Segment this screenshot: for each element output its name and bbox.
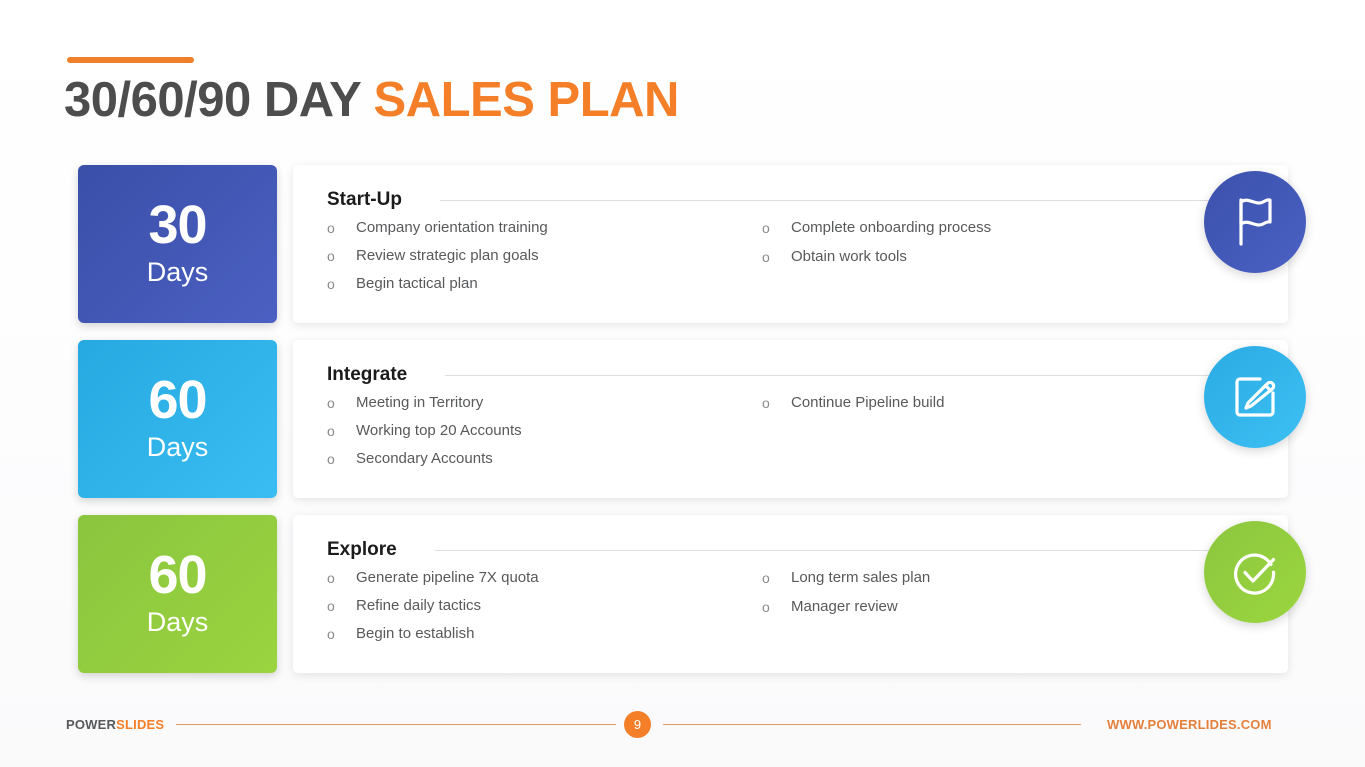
list-item-label: Refine daily tactics: [356, 597, 482, 614]
list-item-label: Meeting in Territory: [356, 394, 484, 411]
plan-card-1[interactable]: Start-Up o Company orientation training …: [293, 165, 1306, 323]
card-header-2: Integrate: [327, 362, 1262, 388]
list-item[interactable]: o Generate pipeline 7X quota: [327, 567, 727, 589]
bullet-icon: o: [327, 451, 335, 467]
flag-icon[interactable]: [1204, 171, 1306, 273]
card-title: Start-Up: [327, 189, 402, 210]
day-badge-number: 30: [148, 195, 207, 256]
list-item[interactable]: o Manager review: [762, 596, 1162, 618]
list-item[interactable]: o Company orientation training: [327, 217, 727, 239]
brand-logo-power: POWER: [66, 717, 117, 732]
list-item-label: Manager review: [791, 598, 898, 615]
brand-logo-slides: SLIDES: [116, 717, 165, 732]
list-item[interactable]: o Begin to establish: [327, 623, 727, 645]
list-item[interactable]: o Working top 20 Accounts: [327, 420, 727, 442]
list-item-label: Obtain work tools: [791, 248, 907, 265]
bullet-icon: o: [327, 248, 335, 264]
list-item[interactable]: o Continue Pipeline build: [762, 392, 1162, 414]
bullet-icon: o: [762, 220, 770, 236]
list-item-label: Complete onboarding process: [791, 219, 992, 236]
plan-row-1: 30 Days Start-Up o Company orientation t…: [0, 165, 1365, 323]
page-number-badge: 9: [624, 711, 651, 738]
bullet-icon: o: [327, 598, 335, 614]
plan-card-3[interactable]: Explore o Generate pipeline 7X quota o R…: [293, 515, 1306, 673]
list-item[interactable]: o Review strategic plan goals: [327, 245, 727, 267]
bullet-icon: o: [762, 570, 770, 586]
title-accent-bar: [67, 57, 194, 63]
page-title-orange: SALES PLAN: [373, 73, 680, 127]
list-item-label: Long term sales plan: [791, 569, 931, 586]
bullet-icon: o: [327, 423, 335, 439]
day-badge-unit: Days: [146, 607, 209, 638]
list-item-label: Review strategic plan goals: [356, 247, 539, 264]
list-item-label: Working top 20 Accounts: [356, 422, 522, 439]
day-badge-unit: Days: [146, 432, 209, 463]
day-badge-30[interactable]: 30 Days: [78, 165, 277, 323]
bullet-icon: o: [327, 570, 335, 586]
card-left-column: o Generate pipeline 7X quota o Refine da…: [327, 567, 727, 651]
header-divider: [445, 374, 1254, 376]
day-badge-60-integrate[interactable]: 60 Days: [78, 340, 277, 498]
list-item[interactable]: o Refine daily tactics: [327, 595, 727, 617]
bullet-icon: o: [762, 395, 770, 411]
footer-divider-right: [663, 724, 1081, 725]
day-badge-60-explore[interactable]: 60 Days: [78, 515, 277, 673]
slide-footer: POWERSLIDES 9 WWW.POWERLIDES.COM: [0, 710, 1365, 750]
card-left-column: o Company orientation training o Review …: [327, 217, 727, 301]
brand-logo[interactable]: POWERSLIDES: [66, 717, 164, 732]
list-item[interactable]: o Long term sales plan: [762, 567, 1162, 589]
card-left-column: o Meeting in Territory o Working top 20 …: [327, 392, 727, 476]
footer-divider-left: [176, 724, 616, 725]
card-right-column: o Long term sales plan o Manager review: [762, 567, 1162, 625]
plan-row-2: 60 Days Integrate o Meeting in Territory…: [0, 340, 1365, 498]
edit-pencil-icon[interactable]: [1204, 346, 1306, 448]
plan-card-2[interactable]: Integrate o Meeting in Territory o Worki…: [293, 340, 1306, 498]
day-badge-unit: Days: [146, 257, 209, 288]
bullet-icon: o: [762, 249, 770, 265]
page-title-dark: 30/60/90 DAY: [64, 73, 374, 127]
bullet-icon: o: [327, 395, 335, 411]
card-header-3: Explore: [327, 537, 1262, 563]
plan-row-3: 60 Days Explore o Generate pipeline 7X q…: [0, 515, 1365, 673]
list-item[interactable]: o Complete onboarding process: [762, 217, 1162, 239]
list-item-label: Generate pipeline 7X quota: [356, 569, 539, 586]
page-title: 30/60/90 DAY SALES PLAN: [64, 72, 679, 128]
day-badge-number: 60: [148, 545, 207, 606]
card-title: Integrate: [327, 364, 408, 385]
bullet-icon: o: [327, 276, 335, 292]
list-item-label: Continue Pipeline build: [791, 394, 945, 411]
check-circle-icon[interactable]: [1204, 521, 1306, 623]
slide-canvas: 30/60/90 DAY SALES PLAN 30 Days Start-Up…: [0, 0, 1365, 767]
website-link[interactable]: WWW.POWERLIDES.COM: [1107, 717, 1272, 732]
card-right-column: o Continue Pipeline build: [762, 392, 1162, 421]
header-divider: [434, 549, 1254, 551]
header-divider: [439, 199, 1254, 201]
list-item[interactable]: o Secondary Accounts: [327, 448, 727, 470]
list-item-label: Company orientation training: [356, 219, 548, 236]
bullet-icon: o: [762, 599, 770, 615]
card-right-column: o Complete onboarding process o Obtain w…: [762, 217, 1162, 275]
bullet-icon: o: [327, 626, 335, 642]
day-badge-number: 60: [148, 370, 207, 431]
list-item-label: Begin to establish: [356, 625, 475, 642]
card-title: Explore: [327, 539, 397, 560]
bullet-icon: o: [327, 220, 335, 236]
list-item[interactable]: o Meeting in Territory: [327, 392, 727, 414]
list-item[interactable]: o Obtain work tools: [762, 246, 1162, 268]
list-item[interactable]: o Begin tactical plan: [327, 273, 727, 295]
card-header-1: Start-Up: [327, 187, 1262, 213]
list-item-label: Secondary Accounts: [356, 450, 493, 467]
list-item-label: Begin tactical plan: [356, 275, 478, 292]
